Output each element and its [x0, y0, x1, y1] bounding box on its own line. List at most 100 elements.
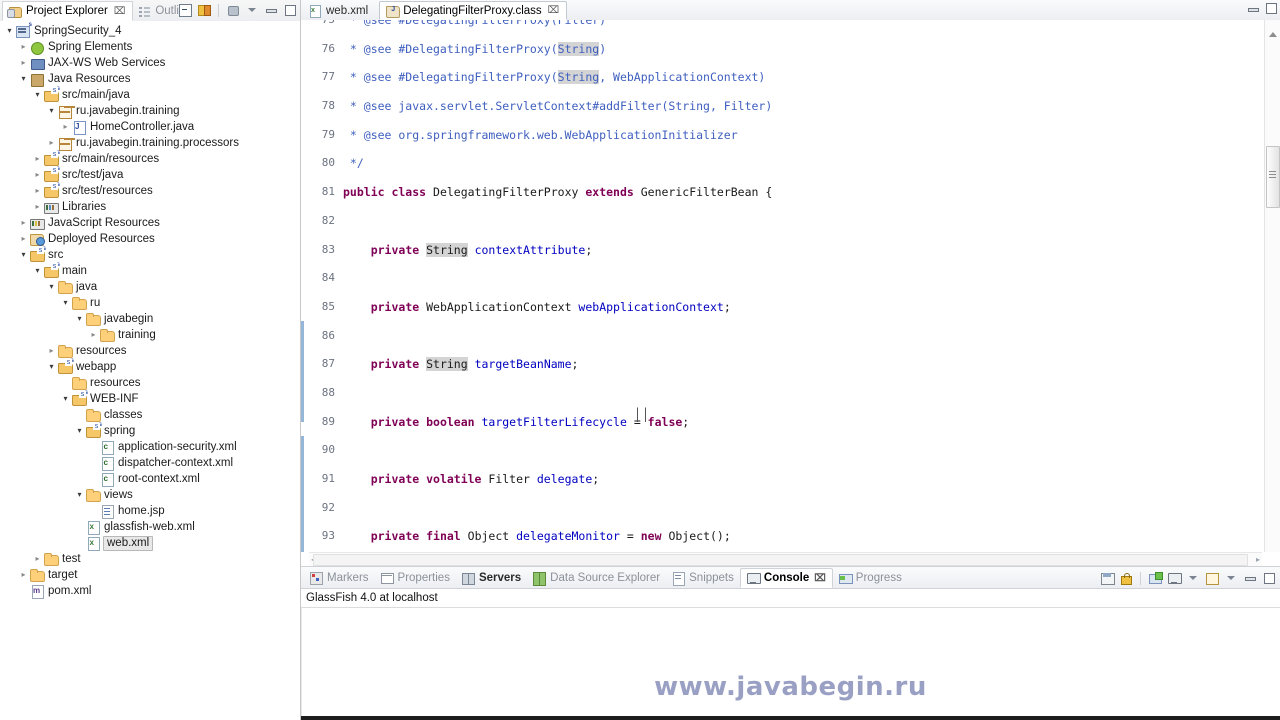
bottom-tab-snippets[interactable]: Snippets [666, 568, 740, 588]
close-icon[interactable]: ⌧ [814, 573, 826, 584]
bottom-tab-properties[interactable]: Properties [375, 568, 456, 588]
tree-item[interactable]: training [0, 327, 300, 343]
expanded-arrow-icon[interactable] [18, 247, 29, 263]
expanded-arrow-icon[interactable] [74, 487, 85, 503]
code-line[interactable]: 77 * @see #DelegatingFilterProxy(String,… [301, 70, 1262, 85]
code-line[interactable]: 92 [301, 501, 1262, 515]
collapsed-arrow-icon[interactable] [32, 551, 43, 567]
expanded-arrow-icon[interactable] [18, 71, 29, 87]
maximize-icon[interactable] [1261, 570, 1277, 586]
code-line[interactable]: 76 * @see #DelegatingFilterProxy(String) [301, 41, 1262, 56]
tree-item[interactable]: views [0, 487, 300, 503]
code-line[interactable]: 85 private WebApplicationContext webAppl… [301, 300, 1262, 314]
tree-item[interactable]: javabegin [0, 311, 300, 327]
link-with-editor-icon[interactable] [196, 2, 212, 18]
editor-tab-web-xml[interactable]: web.xml [303, 1, 375, 20]
tree-item[interactable]: ssrc/main/resources [0, 150, 300, 167]
tab-project-explorer[interactable]: Project Explorer ⌧ [2, 1, 134, 21]
tree-item[interactable]: sWEB-INF [0, 390, 300, 407]
close-icon[interactable]: ⌧ [114, 6, 126, 17]
chevron-down-icon[interactable] [1185, 570, 1201, 586]
maximize-icon[interactable] [1264, 2, 1278, 14]
collapsed-arrow-icon[interactable] [32, 183, 43, 199]
editor-horizontal-scrollbar[interactable]: ◂ ▸ [309, 552, 1262, 566]
minimize-icon[interactable] [1242, 570, 1258, 586]
code-line[interactable]: 79 * @see org.springframework.web.WebApp… [301, 128, 1262, 142]
expanded-arrow-icon[interactable] [32, 263, 43, 279]
collapsed-arrow-icon[interactable] [32, 199, 43, 215]
editor-vertical-scrollbar[interactable] [1264, 20, 1280, 552]
lock-console-icon[interactable] [1118, 570, 1134, 586]
bottom-tab-data-source-explorer[interactable]: Data Source Explorer [527, 568, 666, 588]
code-line[interactable]: 80 */ [301, 156, 1262, 170]
tree-item[interactable]: ssrc/main/java [0, 86, 300, 103]
collapsed-arrow-icon[interactable] [32, 167, 43, 183]
collapsed-arrow-icon[interactable] [32, 151, 43, 167]
tree-item[interactable]: Spring Elements [0, 39, 300, 55]
new-console-view-icon[interactable] [1204, 570, 1220, 586]
tree-item[interactable]: java [0, 279, 300, 295]
tree-item[interactable]: Java Resources [0, 71, 300, 87]
tree-item[interactable]: smain [0, 262, 300, 279]
tree-item[interactable]: application-security.xml [0, 439, 300, 455]
tree-item[interactable]: root-context.xml [0, 471, 300, 487]
code-line[interactable]: 75 * @see #DelegatingFilterProxy(Filter) [301, 20, 1262, 27]
tree-item[interactable]: web.xml [0, 535, 300, 551]
tree-item[interactable]: swebapp [0, 358, 300, 375]
open-console-icon[interactable] [1147, 570, 1163, 586]
editor-tab-delegatingfilterproxy[interactable]: DelegatingFilterProxy.class ⌧ [379, 1, 568, 20]
code-line[interactable]: 89 private boolean targetFilterLifecycle… [301, 415, 1262, 429]
tree-item[interactable]: ssrc/test/java [0, 166, 300, 183]
code-line[interactable]: 87 private String targetBeanName; [301, 357, 1262, 372]
minimize-icon[interactable] [263, 2, 279, 18]
tree-item[interactable]: sSpringSecurity_4 [0, 22, 300, 39]
display-selected-console-icon[interactable] [1166, 570, 1182, 586]
expanded-arrow-icon[interactable] [46, 103, 57, 119]
expanded-arrow-icon[interactable] [60, 391, 71, 407]
tree-item[interactable]: ssrc [0, 246, 300, 263]
maximize-icon[interactable] [282, 2, 298, 18]
console-output[interactable] [301, 608, 1280, 720]
tree-item[interactable]: resources [0, 343, 300, 359]
collapsed-arrow-icon[interactable] [60, 119, 71, 135]
code-line[interactable]: 82 [301, 214, 1262, 228]
scroll-up-arrow[interactable] [1269, 32, 1277, 37]
collapsed-arrow-icon[interactable] [18, 231, 29, 247]
bottom-tab-progress[interactable]: Progress [833, 568, 908, 588]
tree-item[interactable]: ru.javabegin.training.processors [0, 135, 300, 151]
tree-item[interactable]: ru [0, 295, 300, 311]
editor-scroll-thumb[interactable] [1266, 146, 1280, 208]
code-line[interactable]: 86 [301, 329, 1262, 343]
tree-item[interactable]: Deployed Resources [0, 231, 300, 247]
project-tree[interactable]: sSpringSecurity_4Spring ElementsJAX-WS W… [0, 21, 300, 720]
code-line[interactable]: 90 [301, 443, 1262, 457]
code-line[interactable]: 83 private String contextAttribute; [301, 242, 1262, 257]
chevron-down-icon[interactable] [1223, 570, 1239, 586]
tree-item[interactable]: home.jsp [0, 503, 300, 519]
bottom-tab-servers[interactable]: Servers [456, 568, 527, 588]
collapse-all-icon[interactable] [177, 2, 193, 18]
collapsed-arrow-icon[interactable] [46, 343, 57, 359]
collapsed-arrow-icon[interactable] [18, 567, 29, 583]
collapsed-arrow-icon[interactable] [46, 135, 57, 151]
tree-item[interactable]: pom.xml [0, 583, 300, 599]
tree-item[interactable]: JAX-WS Web Services [0, 55, 300, 71]
expanded-arrow-icon[interactable] [74, 423, 85, 439]
tree-item[interactable]: sspring [0, 422, 300, 439]
tree-item[interactable]: classes [0, 407, 300, 423]
code-line[interactable]: 81 public class DelegatingFilterProxy ext… [301, 185, 1262, 199]
expanded-arrow-icon[interactable] [46, 359, 57, 375]
bottom-tab-console[interactable]: Console ⌧ [739, 568, 833, 588]
collapsed-arrow-icon[interactable] [18, 55, 29, 71]
code-editor[interactable]: 75 * @see #DelegatingFilterProxy(Filter)… [301, 20, 1280, 566]
expanded-arrow-icon[interactable] [74, 311, 85, 327]
tree-item[interactable]: ssrc/test/resources [0, 182, 300, 199]
expanded-arrow-icon[interactable] [60, 295, 71, 311]
tree-item[interactable]: glassfish-web.xml [0, 519, 300, 535]
tree-item[interactable]: dispatcher-context.xml [0, 455, 300, 471]
code-viewport[interactable]: 75 * @see #DelegatingFilterProxy(Filter)… [301, 20, 1262, 552]
view-menu-icon[interactable] [225, 2, 241, 18]
code-line[interactable]: 78 * @see javax.servlet.ServletContext#a… [301, 99, 1262, 113]
scroll-right-arrow[interactable]: ▸ [1256, 555, 1260, 564]
code-line[interactable]: 88 [301, 386, 1262, 400]
